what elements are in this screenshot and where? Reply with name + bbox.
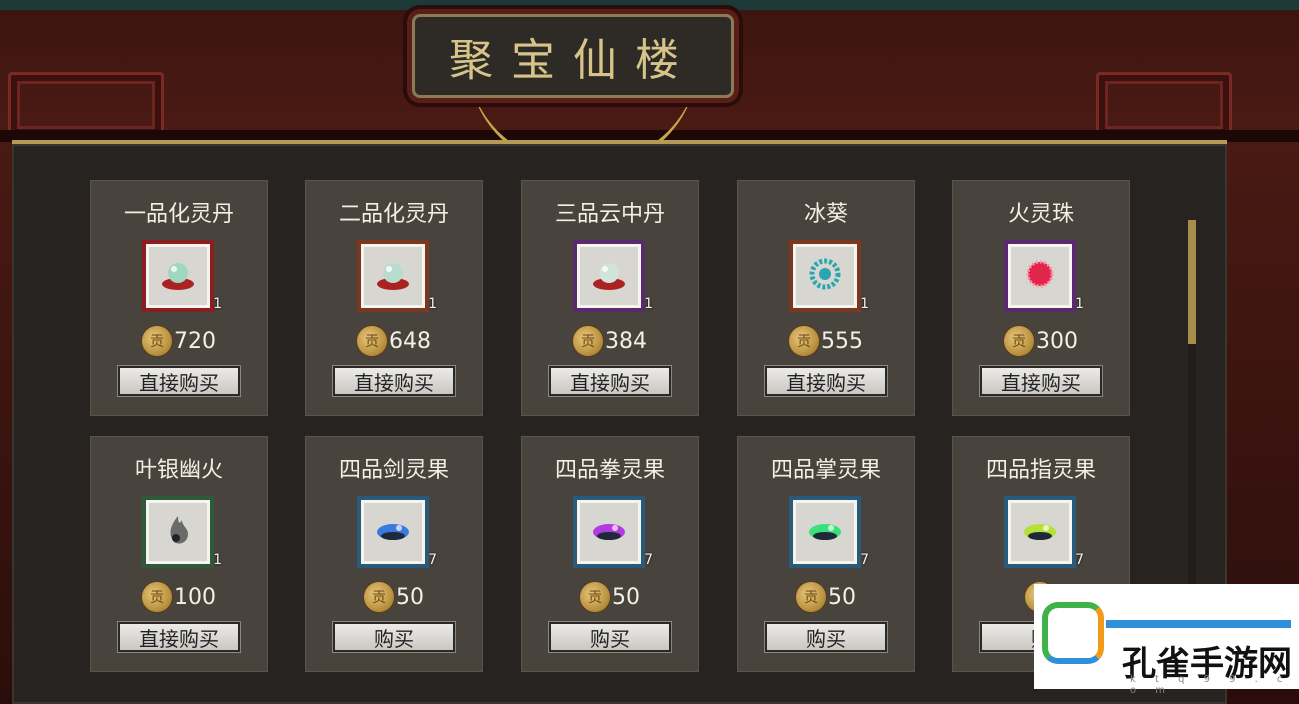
pill-icon <box>373 256 413 296</box>
buy-button[interactable]: 直接购买 <box>333 366 455 396</box>
scroll-thumb[interactable] <box>1188 220 1196 344</box>
item-name: 四品掌灵果 <box>770 458 881 483</box>
shop-sign: 聚宝仙楼 <box>412 14 734 98</box>
buy-button[interactable]: 直接购买 <box>549 366 671 396</box>
item-name: 叶银幽火 <box>134 458 223 483</box>
coin-icon: 贡 <box>357 326 387 356</box>
price-row: 贡 50 <box>737 582 915 612</box>
item-quantity: 1 <box>860 296 869 312</box>
item-slot[interactable]: 7 <box>789 496 869 568</box>
price-row: 贡 555 <box>737 326 915 356</box>
item-slot[interactable]: 1 <box>573 240 653 312</box>
buy-button[interactable]: 购买 <box>549 622 671 652</box>
coin-icon: 贡 <box>573 326 603 356</box>
item-quantity: 7 <box>428 552 437 568</box>
buy-button[interactable]: 直接购买 <box>765 366 887 396</box>
item-quantity: 7 <box>1075 552 1084 568</box>
item-slot[interactable]: 7 <box>357 496 437 568</box>
item-name: 火灵珠 <box>1007 202 1074 227</box>
fruit-icon <box>589 516 629 548</box>
item-price: 50 <box>396 584 424 610</box>
item-name: 二品化灵丹 <box>338 202 449 227</box>
flower-icon <box>807 256 843 296</box>
shop-item-card: 四品拳灵果 7 贡 50 购买 <box>521 436 699 672</box>
price-row: 贡 300 <box>952 326 1130 356</box>
item-slot[interactable]: 1 <box>1004 240 1084 312</box>
price-row: 贡 648 <box>305 326 483 356</box>
price-row: 贡 720 <box>90 326 268 356</box>
item-price: 648 <box>389 328 431 354</box>
buy-button[interactable]: 购买 <box>333 622 455 652</box>
item-name: 一品化灵丹 <box>123 202 234 227</box>
watermark-logo-icon <box>1042 602 1104 664</box>
shop-title: 聚宝仙楼 <box>449 35 697 86</box>
flame-icon <box>160 512 196 552</box>
item-quantity: 7 <box>860 552 869 568</box>
fruit-icon <box>805 516 845 548</box>
item-price: 100 <box>174 584 216 610</box>
item-quantity: 7 <box>644 552 653 568</box>
coin-icon: 贡 <box>142 582 172 612</box>
item-price: 720 <box>174 328 216 354</box>
shop-item-card: 四品掌灵果 7 贡 50 购买 <box>737 436 915 672</box>
item-quantity: 1 <box>644 296 653 312</box>
decor-fret-right <box>1096 72 1232 138</box>
price-row: 贡 384 <box>521 326 699 356</box>
item-name: 四品指灵果 <box>985 458 1096 483</box>
shop-item-card: 叶银幽火 1 贡 100 直接购买 <box>90 436 268 672</box>
fruit-icon <box>1020 516 1060 548</box>
item-slot[interactable]: 7 <box>573 496 653 568</box>
item-name: 冰葵 <box>803 202 848 227</box>
item-quantity: 1 <box>1075 296 1084 312</box>
item-price: 300 <box>1036 328 1078 354</box>
shop-item-card: 三品云中丹 1 贡 384 直接购买 <box>521 180 699 416</box>
buy-button[interactable]: 购买 <box>765 622 887 652</box>
item-slot[interactable]: 1 <box>142 240 222 312</box>
price-row: 贡 50 <box>521 582 699 612</box>
item-price: 555 <box>821 328 863 354</box>
top-band <box>0 0 1299 10</box>
item-slot[interactable]: 7 <box>1004 496 1084 568</box>
orb-icon <box>1022 256 1058 296</box>
buy-button[interactable]: 直接购买 <box>118 622 240 652</box>
coin-icon: 贡 <box>142 326 172 356</box>
item-quantity: 1 <box>428 296 437 312</box>
item-slot[interactable]: 1 <box>357 240 437 312</box>
coin-icon: 贡 <box>789 326 819 356</box>
watermark: 孔雀手游网 k t q 9 9 . c o m <box>1034 584 1299 696</box>
item-quantity: 1 <box>213 552 222 568</box>
item-name: 四品剑灵果 <box>338 458 449 483</box>
coin-icon: 贡 <box>580 582 610 612</box>
item-slot[interactable]: 1 <box>789 240 869 312</box>
item-price: 50 <box>828 584 856 610</box>
watermark-url: k t q 9 9 . c o m <box>1130 674 1291 696</box>
item-price: 50 <box>612 584 640 610</box>
item-slot[interactable]: 1 <box>142 496 222 568</box>
item-quantity: 1 <box>213 296 222 312</box>
shop-item-card: 四品剑灵果 7 贡 50 购买 <box>305 436 483 672</box>
coin-icon: 贡 <box>364 582 394 612</box>
price-row: 贡 50 <box>305 582 483 612</box>
shop-item-card: 二品化灵丹 1 贡 648 直接购买 <box>305 180 483 416</box>
pill-icon <box>158 256 198 296</box>
coin-icon: 贡 <box>1004 326 1034 356</box>
coin-icon: 贡 <box>796 582 826 612</box>
buy-button[interactable]: 直接购买 <box>980 366 1102 396</box>
item-name: 三品云中丹 <box>554 202 665 227</box>
pill-icon <box>589 256 629 296</box>
shop-item-card: 冰葵 1 贡 555 直接购买 <box>737 180 915 416</box>
item-name: 四品拳灵果 <box>554 458 665 483</box>
price-row: 贡 100 <box>90 582 268 612</box>
watermark-bar <box>1106 620 1291 628</box>
item-price: 384 <box>605 328 647 354</box>
shop-item-card: 一品化灵丹 1 贡 720 直接购买 <box>90 180 268 416</box>
shop-item-card: 火灵珠 1 贡 300 直接购买 <box>952 180 1130 416</box>
buy-button[interactable]: 直接购买 <box>118 366 240 396</box>
fruit-icon <box>373 516 413 548</box>
decor-fret-left <box>8 72 164 138</box>
